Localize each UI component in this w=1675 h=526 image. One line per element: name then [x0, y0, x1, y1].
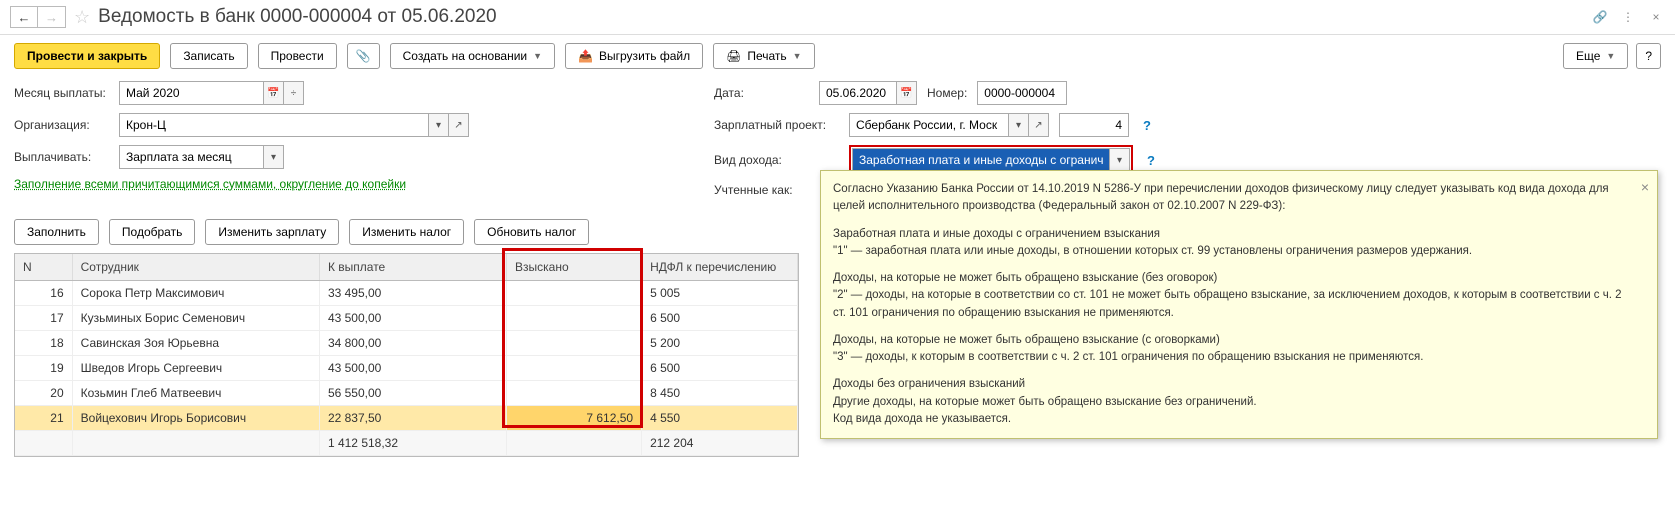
number-label: Номер:	[927, 86, 967, 100]
project-label: Зарплатный проект:	[714, 118, 839, 132]
print-icon: 🖨	[726, 49, 741, 63]
post-and-close-button[interactable]: Провести и закрыть	[14, 43, 160, 69]
org-label: Организация:	[14, 118, 109, 132]
income-type-label: Вид дохода:	[714, 153, 839, 167]
calendar-icon[interactable]: 📅	[897, 81, 917, 105]
col-payout-header[interactable]: К выплате	[319, 254, 506, 281]
export-file-button[interactable]: 📤Выгрузить файл	[565, 43, 703, 69]
employees-table[interactable]: N Сотрудник К выплате Взыскано НДФЛ к пе…	[14, 253, 799, 457]
table-row[interactable]: 18Савинская Зоя Юрьевна34 800,005 200	[15, 331, 798, 356]
month-stepper[interactable]: ÷	[284, 81, 304, 105]
link-icon[interactable]: 🔗	[1591, 8, 1609, 26]
open-ref-icon[interactable]: ↗	[1029, 113, 1049, 137]
number-input[interactable]	[977, 81, 1067, 105]
favorite-star-icon[interactable]: ☆	[74, 7, 90, 28]
table-row[interactable]: 16Сорока Петр Максимович33 495,005 005	[15, 281, 798, 306]
month-label: Месяц выплаты:	[14, 86, 109, 100]
post-button[interactable]: Провести	[258, 43, 337, 69]
col-employee-header[interactable]: Сотрудник	[72, 254, 319, 281]
footer-payout-total: 1 412 518,32	[319, 431, 506, 456]
tooltip-close-icon[interactable]: ×	[1641, 177, 1649, 198]
org-input[interactable]	[119, 113, 429, 137]
project-num-input[interactable]	[1059, 113, 1129, 137]
open-ref-icon[interactable]: ↗	[449, 113, 469, 137]
help-button[interactable]: ?	[1636, 43, 1661, 69]
dropdown-icon[interactable]: ▾	[1110, 148, 1130, 172]
chevron-down-icon: ▼	[533, 51, 542, 61]
payout-input[interactable]	[119, 145, 264, 169]
date-label: Дата:	[714, 86, 809, 100]
payout-label: Выплачивать:	[14, 150, 109, 164]
kebab-icon[interactable]: ⋮	[1619, 8, 1637, 26]
export-icon: 📤	[578, 49, 593, 63]
date-input[interactable]	[819, 81, 897, 105]
month-input[interactable]	[119, 81, 264, 105]
chevron-down-icon: ▼	[793, 51, 802, 61]
change-salary-button[interactable]: Изменить зарплату	[205, 219, 339, 245]
col-ndfl-header[interactable]: НДФЛ к перечислению	[642, 254, 798, 281]
dropdown-icon[interactable]: ▾	[264, 145, 284, 169]
income-type-input[interactable]	[852, 148, 1110, 172]
fill-options-link[interactable]: Заполнение всеми причитающимися суммами,…	[14, 177, 406, 191]
write-button[interactable]: Записать	[170, 43, 247, 69]
col-n-header[interactable]: N	[15, 254, 72, 281]
nav-forward-button[interactable]: →	[38, 6, 66, 28]
table-row[interactable]: 17Кузьминых Борис Семенович43 500,006 50…	[15, 306, 798, 331]
paperclip-icon: 📎	[356, 49, 371, 63]
dropdown-icon[interactable]: ▾	[429, 113, 449, 137]
close-icon[interactable]: ×	[1647, 8, 1665, 26]
chevron-down-icon: ▼	[1606, 51, 1615, 61]
table-row[interactable]: 20Козьмин Глеб Матвеевич56 550,008 450	[15, 381, 798, 406]
help-icon[interactable]: ?	[1139, 118, 1155, 133]
footer-ndfl-total: 212 204	[642, 431, 798, 456]
fill-button[interactable]: Заполнить	[14, 219, 99, 245]
create-based-on-button[interactable]: Создать на основании▼	[390, 43, 555, 69]
calendar-icon[interactable]: 📅	[264, 81, 284, 105]
nav-back-button[interactable]: ←	[10, 6, 38, 28]
update-tax-button[interactable]: Обновить налог	[474, 219, 589, 245]
income-type-tooltip: × Согласно Указанию Банка России от 14.1…	[820, 170, 1658, 439]
help-icon[interactable]: ?	[1143, 153, 1159, 168]
col-collected-header[interactable]: Взыскано	[507, 254, 642, 281]
table-row[interactable]: 19Шведов Игорь Сергеевич43 500,006 500	[15, 356, 798, 381]
table-row[interactable]: 21Войцехович Игорь Борисович22 837,507 6…	[15, 406, 798, 431]
pick-button[interactable]: Подобрать	[109, 219, 195, 245]
project-input[interactable]	[849, 113, 1009, 137]
change-tax-button[interactable]: Изменить налог	[349, 219, 464, 245]
print-button[interactable]: 🖨Печать▼	[713, 43, 814, 69]
dropdown-icon[interactable]: ▾	[1009, 113, 1029, 137]
more-button[interactable]: Еще▼	[1563, 43, 1628, 69]
page-title: Ведомость в банк 0000-000004 от 05.06.20…	[98, 6, 496, 28]
attach-button[interactable]: 📎	[347, 43, 380, 69]
